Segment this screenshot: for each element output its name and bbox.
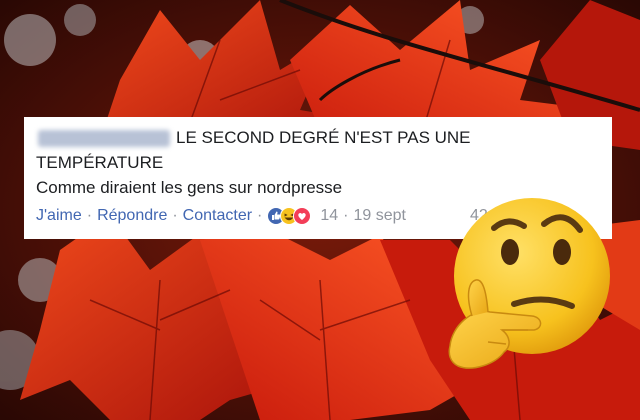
reply-link[interactable]: Répondre	[97, 207, 167, 225]
separator-dot: ·	[343, 207, 349, 224]
separator-dot: ·	[172, 207, 178, 224]
like-link[interactable]: J'aime	[36, 207, 82, 225]
comment-timestamp[interactable]: 19 sept	[354, 207, 406, 225]
separator-dot: ·	[257, 207, 263, 224]
contact-link[interactable]: Contacter	[183, 207, 252, 225]
love-icon	[293, 207, 312, 225]
comment-text-line1: LE SECOND DEGRÉ N'EST PAS UNE	[176, 128, 471, 147]
separator-dot: ·	[86, 207, 93, 224]
reaction-count: 14	[320, 207, 339, 224]
blurred-author-name[interactable]	[38, 129, 170, 147]
reaction-icons	[267, 207, 312, 225]
thinking-face-emoji	[448, 198, 610, 369]
comment-text-line2: TEMPÉRATURE	[36, 153, 164, 172]
comment-header-line: LE SECOND DEGRÉ N'EST PAS UNE	[36, 125, 600, 151]
reactions-summary[interactable]: 14	[267, 207, 338, 225]
